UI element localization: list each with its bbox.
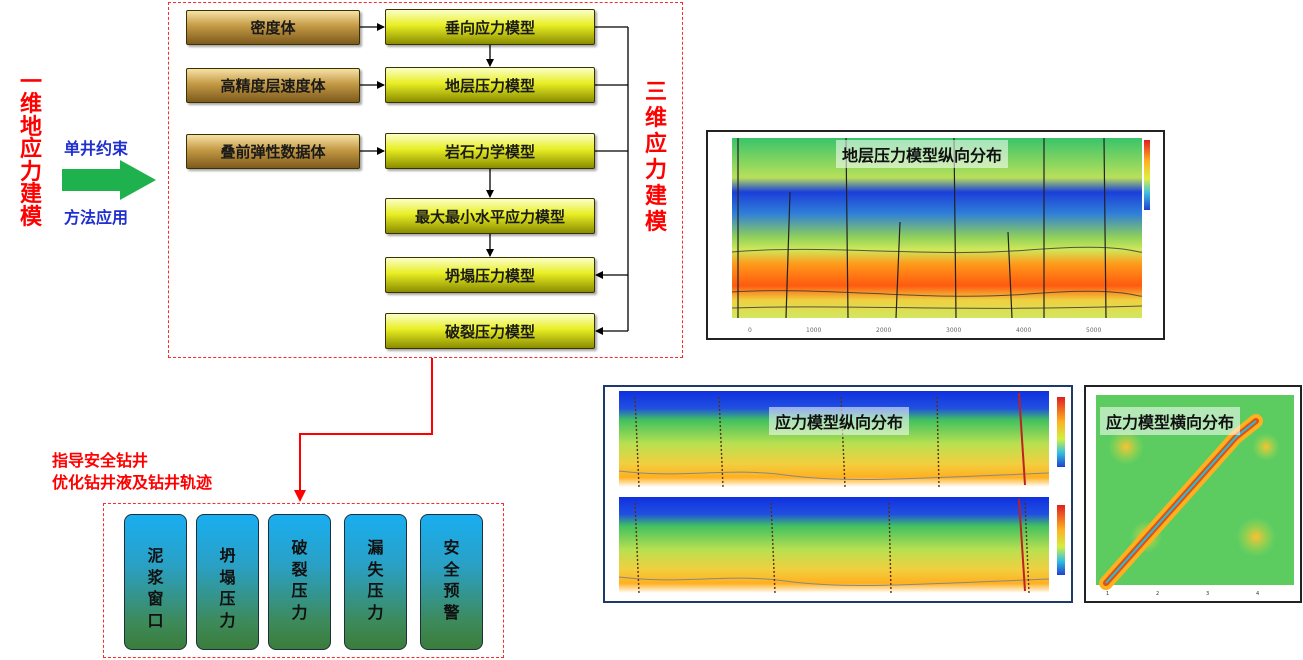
stress-horizontal-image: 1 2 3 4 应力模型横向分布 xyxy=(1084,385,1302,603)
app-box-collapse-pressure: 坍塌 压力 xyxy=(196,514,259,650)
svg-text:2000: 2000 xyxy=(876,327,891,334)
right-title-char: 模 xyxy=(644,209,667,235)
stress-vertical-image: 应力模型纵向分布 xyxy=(603,385,1073,603)
right-title-char: 应 xyxy=(644,131,667,157)
svg-text:3000: 3000 xyxy=(946,327,961,334)
right-title-char: 力 xyxy=(644,157,667,183)
svg-text:1: 1 xyxy=(1106,591,1109,597)
right-title-char: 维 xyxy=(644,105,667,131)
pressure-section-caption: 地层压力模型纵向分布 xyxy=(836,140,1009,168)
app-box-loss-pressure: 漏失 压力 xyxy=(344,514,407,650)
stress-horizontal-caption: 应力模型横向分布 xyxy=(1100,407,1241,435)
pressure-section-image: 0 1000 2000 3000 4000 5000 地层压力模型纵向分布 xyxy=(706,130,1165,340)
app-box-mud-window: 泥浆 窗口 xyxy=(124,514,187,650)
svg-text:4: 4 xyxy=(1256,591,1259,597)
guidance-line: 优化钻井液及钻井轨迹 xyxy=(52,473,213,492)
svg-text:3: 3 xyxy=(1206,591,1209,597)
svg-text:1000: 1000 xyxy=(806,327,821,334)
right-title-char: 建 xyxy=(644,183,667,209)
right-title-char: 三 xyxy=(644,80,667,105)
app-box-safety-warning: 安全 预警 xyxy=(420,514,483,650)
svg-text:5000: 5000 xyxy=(1086,327,1101,334)
svg-text:4000: 4000 xyxy=(1016,327,1031,334)
right-title: 三 维 应 力 建 模 xyxy=(643,80,669,236)
app-box-fracture-pressure: 破裂 压力 xyxy=(268,514,331,650)
svg-text:0: 0 xyxy=(748,327,752,334)
guidance-line: 指导安全钻井 xyxy=(52,451,149,470)
guidance-text: 指导安全钻井 优化钻井液及钻井轨迹 xyxy=(52,450,212,494)
svg-text:2: 2 xyxy=(1156,591,1159,597)
stress-vertical-caption: 应力模型纵向分布 xyxy=(769,407,910,435)
